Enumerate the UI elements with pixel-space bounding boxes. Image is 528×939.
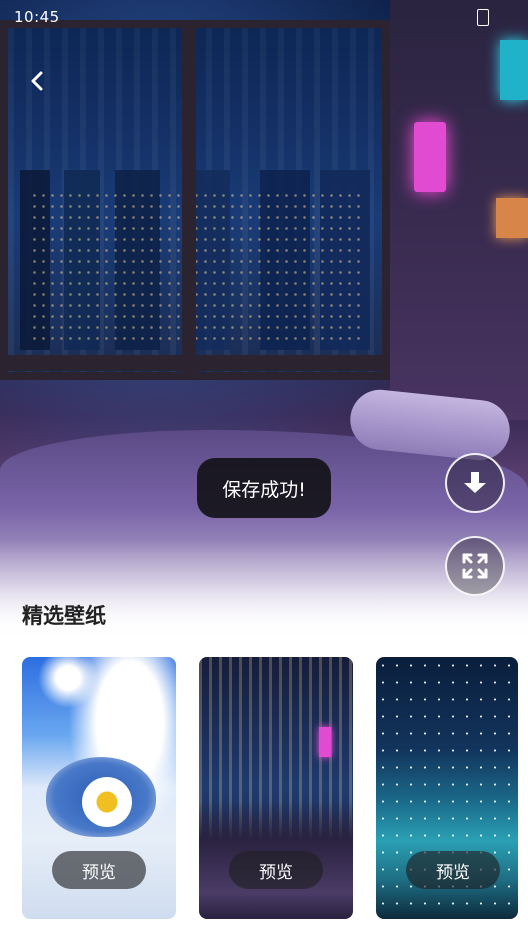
wallpaper-card-heart-daisy[interactable]: 预览 (22, 657, 176, 919)
wallpaper-hero-image (0, 0, 528, 640)
back-button[interactable] (20, 62, 54, 100)
fullscreen-button[interactable] (445, 536, 505, 596)
window-mullion-vertical (182, 20, 196, 380)
save-success-toast: 保存成功! (197, 458, 331, 518)
neon-poster (500, 40, 528, 100)
daisy-flower (82, 777, 132, 827)
wall-poster (496, 198, 528, 238)
window-mullion-horizontal (0, 355, 390, 371)
wallpaper-card-cyberpunk-room[interactable]: 预览 (199, 657, 353, 919)
download-arrow-icon (464, 472, 486, 493)
expand-icon (462, 553, 488, 579)
status-time: 10:45 (14, 8, 60, 26)
preview-button[interactable]: 预览 (229, 851, 323, 889)
neon-sign (414, 122, 446, 192)
preview-button[interactable]: 预览 (406, 851, 500, 889)
wallpaper-card-starry-sea[interactable]: 预览 (376, 657, 518, 919)
chevron-left-icon (31, 71, 43, 91)
battery-icon (477, 9, 489, 26)
neon-sign (319, 727, 331, 757)
section-title: 精选壁纸 (22, 604, 106, 628)
preview-button[interactable]: 预览 (52, 851, 146, 889)
download-button[interactable] (445, 453, 505, 513)
